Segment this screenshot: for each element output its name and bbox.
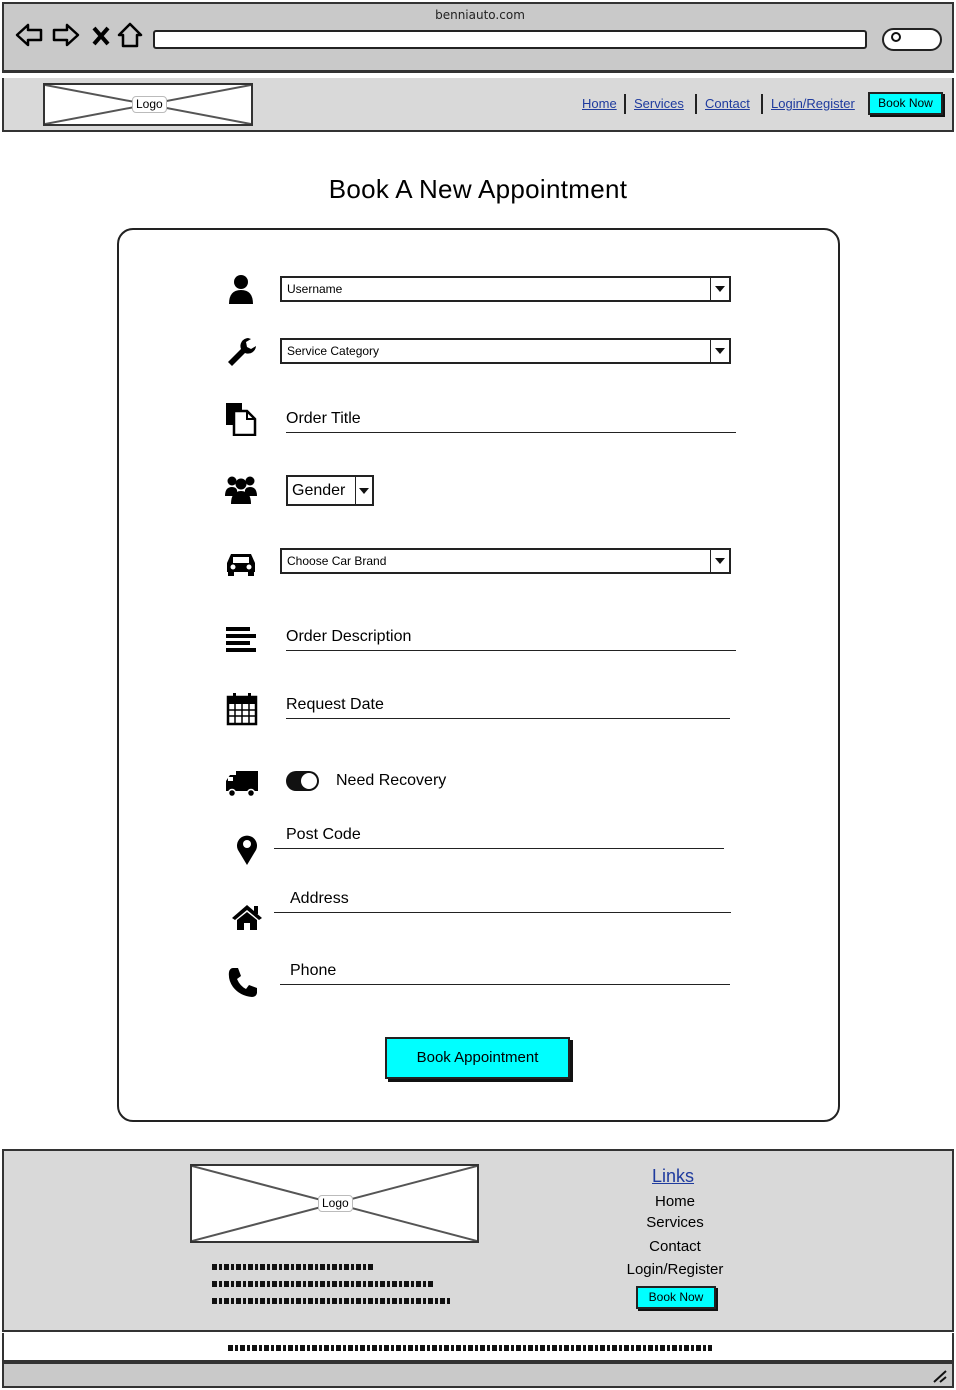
car-icon [224, 545, 258, 579]
page-title: Book A New Appointment [328, 174, 628, 204]
header-book-now-button[interactable]: Book Now [868, 92, 943, 115]
logo-label: Logo [318, 1195, 353, 1212]
chevron-down-icon [710, 550, 729, 572]
service-category-select[interactable]: Service Category [280, 338, 731, 364]
address-bar[interactable] [153, 30, 867, 49]
chevron-down-icon [710, 340, 729, 362]
footer-link-home[interactable]: Home [575, 1193, 775, 1210]
nav-divider [761, 94, 763, 114]
nav-services[interactable]: Services [634, 96, 684, 111]
nav-divider [624, 94, 626, 114]
group-icon [224, 472, 258, 506]
post-code-input[interactable]: Post Code [274, 826, 724, 849]
request-date-input[interactable]: Request Date [286, 696, 730, 719]
toggle-knob [301, 773, 317, 789]
back-arrow-icon[interactable] [14, 20, 44, 57]
username-select-value: Username [287, 282, 343, 296]
phone-icon [226, 965, 260, 999]
address-input[interactable]: Address [274, 890, 731, 913]
nav-divider [695, 94, 697, 114]
document-icon [224, 402, 258, 436]
home-icon[interactable] [116, 20, 144, 57]
forward-arrow-icon[interactable] [51, 20, 81, 57]
footer-logo[interactable]: Logo [190, 1164, 479, 1243]
copyright-placeholder-text [228, 1345, 712, 1351]
resize-grip-icon[interactable] [932, 1369, 948, 1387]
align-lines-icon [224, 622, 258, 656]
post-code-label: Post Code [286, 826, 361, 843]
order-title-input[interactable]: Order Title [286, 410, 736, 433]
car-brand-select[interactable]: Choose Car Brand [280, 548, 731, 574]
nav-home[interactable]: Home [582, 96, 617, 111]
footer-placeholder-text [212, 1298, 450, 1304]
footer-links-title: Links [652, 1166, 695, 1186]
footer-placeholder-text [212, 1264, 375, 1270]
url-domain: benniauto.com [435, 8, 525, 22]
footer-link-contact[interactable]: Contact [575, 1238, 775, 1255]
close-x-icon[interactable] [90, 20, 112, 57]
home-icon [230, 901, 264, 935]
need-recovery-label: Need Recovery [336, 772, 447, 789]
gender-select-value: Gender [292, 482, 346, 499]
gender-select[interactable]: Gender [286, 475, 374, 506]
browser-search-field[interactable] [882, 28, 942, 51]
wrench-icon [224, 335, 258, 369]
map-pin-icon [230, 832, 264, 866]
calendar-icon [225, 692, 259, 726]
footer-link-login-register[interactable]: Login/Register [575, 1261, 775, 1278]
nav-login-register[interactable]: Login/Register [771, 96, 855, 111]
browser-status-bar [2, 1362, 954, 1388]
car-brand-select-value: Choose Car Brand [287, 554, 387, 568]
truck-icon [225, 766, 259, 800]
book-appointment-button[interactable]: Book Appointment [385, 1037, 570, 1079]
username-select[interactable]: Username [280, 276, 731, 302]
request-date-label: Request Date [286, 696, 384, 713]
search-icon [891, 32, 901, 42]
phone-label: Phone [290, 962, 337, 979]
footer-book-now-button[interactable]: Book Now [636, 1286, 716, 1309]
order-title-label: Order Title [286, 410, 361, 427]
nav-contact[interactable]: Contact [705, 96, 750, 111]
order-description-input[interactable]: Order Description [286, 628, 736, 651]
need-recovery-toggle[interactable] [286, 771, 319, 791]
user-icon [224, 272, 258, 306]
chevron-down-icon [710, 278, 729, 300]
phone-input[interactable]: Phone [280, 962, 730, 985]
chevron-down-icon [355, 477, 372, 504]
address-label: Address [290, 890, 349, 907]
footer-link-services[interactable]: Services [575, 1214, 775, 1231]
footer-placeholder-text [212, 1281, 434, 1287]
service-category-select-value: Service Category [287, 344, 380, 358]
logo-label: Logo [132, 96, 167, 113]
header-logo[interactable]: Logo [43, 83, 253, 126]
order-description-label: Order Description [286, 628, 412, 645]
